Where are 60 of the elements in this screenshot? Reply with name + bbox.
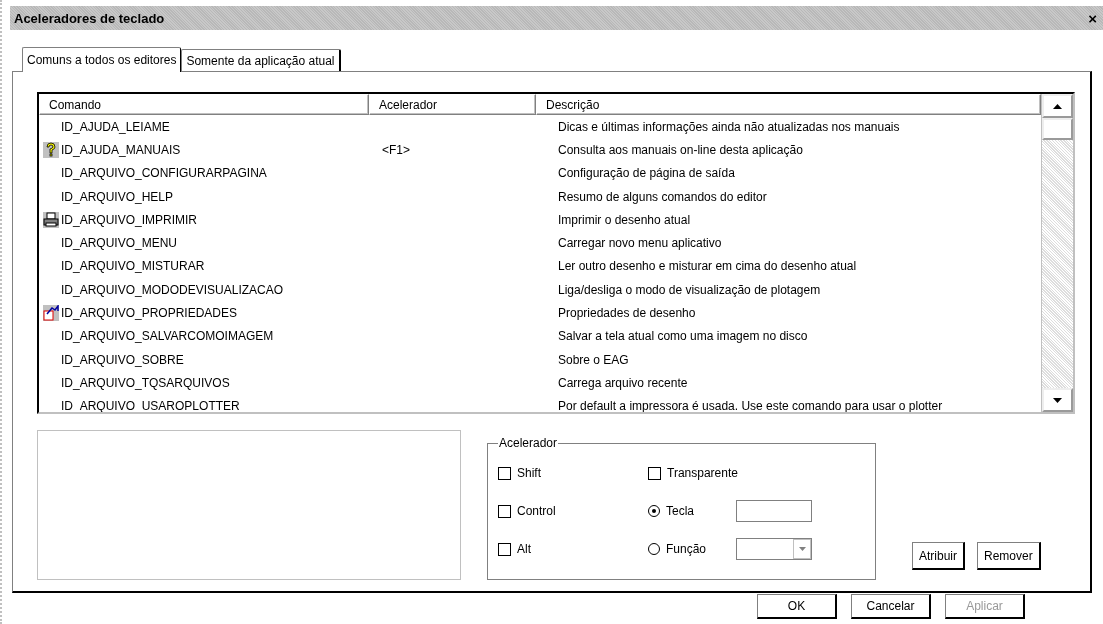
vertical-scrollbar[interactable] xyxy=(1041,94,1073,412)
column-header[interactable]: Acelerador xyxy=(369,94,536,115)
command-name: ID_ARQUIVO_SALVARCOMOIMAGEM xyxy=(61,329,274,344)
window-title: Aceleradores de teclado xyxy=(14,10,165,26)
command-name: ID_ARQUIVO_IMPRIMIR xyxy=(61,212,198,227)
command-description: Configuração de página de saída xyxy=(558,166,735,181)
scroll-up-button[interactable] xyxy=(1042,94,1073,118)
properties-icon xyxy=(43,305,59,321)
command-name: ID_ARQUIVO_SOBRE xyxy=(61,352,184,367)
command-name: ID_AJUDA_LEIAME xyxy=(61,119,170,134)
command-description: Dicas e últimas informações ainda não atualizadas nos manuais xyxy=(558,119,900,134)
function-dropdown[interactable] xyxy=(736,538,812,560)
question-mark-icon xyxy=(43,141,59,158)
command-description: Por default a impressora é usada. Use este comando para usar o plotter xyxy=(558,399,943,412)
command-name: ID_ARQUIVO_CONFIGURARPAGINA xyxy=(61,166,267,181)
scroll-thumb[interactable] xyxy=(1042,118,1073,140)
command-description: Sobre o EAG xyxy=(558,352,629,367)
checkbox-label[interactable]: Shift xyxy=(517,466,541,480)
command-name: ID_ARQUIVO_TQSARQUIVOS xyxy=(61,375,230,390)
command-name: ID_AJUDA_MANUAIS xyxy=(61,142,181,157)
key-field[interactable] xyxy=(736,500,812,522)
command-description: Carrega arquivo recente xyxy=(558,375,688,390)
command-description: Consulta aos manuais on-line desta aplicação xyxy=(558,142,803,157)
checkbox[interactable] xyxy=(498,466,511,480)
tab[interactable]: Somente da aplicação atual xyxy=(181,49,341,71)
checkbox-label[interactable]: Control xyxy=(517,504,556,518)
dialog-button[interactable]: Cancelar xyxy=(851,594,931,619)
dialog-button[interactable]: Remover xyxy=(977,542,1041,570)
command-description: Resumo de alguns comandos do editor xyxy=(558,189,767,204)
dialog-button[interactable]: OK xyxy=(757,594,837,619)
accelerator-key: <F1> xyxy=(382,142,411,157)
printer-icon xyxy=(43,211,59,228)
scroll-down-button[interactable] xyxy=(1042,388,1073,412)
command-name: ID_ARQUIVO_MENU xyxy=(61,236,178,251)
command-description: Imprimir o desenho atual xyxy=(558,212,691,227)
command-description: Carregar novo menu aplicativo xyxy=(558,236,722,251)
command-name: ID_ARQUIVO_PROPRIEDADES xyxy=(61,306,238,320)
checkbox-label[interactable]: Alt xyxy=(517,542,531,556)
up-arrow-icon xyxy=(1053,103,1062,109)
checkbox[interactable] xyxy=(498,542,511,556)
column-header[interactable]: Descrição xyxy=(536,94,1041,115)
radio-label[interactable]: Tecla xyxy=(666,504,730,518)
command-description: Propriedades de desenho xyxy=(558,306,696,320)
checkbox[interactable] xyxy=(498,504,511,518)
command-name: ID_ARQUIVO_USAROPLOTTER xyxy=(61,399,240,412)
tab[interactable]: Comuns a todos os editores xyxy=(22,47,182,72)
group-title: Acelerador xyxy=(498,436,559,450)
command-description: Liga/desliga o modo de visualização de plotagem xyxy=(558,282,821,297)
command-name: ID_ARQUIVO_HELP xyxy=(61,189,174,204)
command-name: ID_ARQUIVO_MISTURAR xyxy=(61,259,205,274)
command-description: Salvar a tela atual como uma imagem no disco xyxy=(558,329,808,344)
column-header[interactable]: Comando xyxy=(39,94,369,115)
radio-label[interactable]: Função xyxy=(666,542,730,556)
checkbox-label[interactable]: Transparente xyxy=(667,466,738,480)
command-name: ID_ARQUIVO_MODODEVISUALIZACAO xyxy=(61,282,284,297)
command-description: Ler outro desenho e misturar em cima do desenho atual xyxy=(558,259,857,274)
down-arrow-icon xyxy=(1053,397,1062,403)
close-button[interactable]: × xyxy=(1086,9,1099,27)
dialog-button[interactable]: Atribuir xyxy=(912,542,965,570)
checkbox[interactable] xyxy=(648,466,661,480)
